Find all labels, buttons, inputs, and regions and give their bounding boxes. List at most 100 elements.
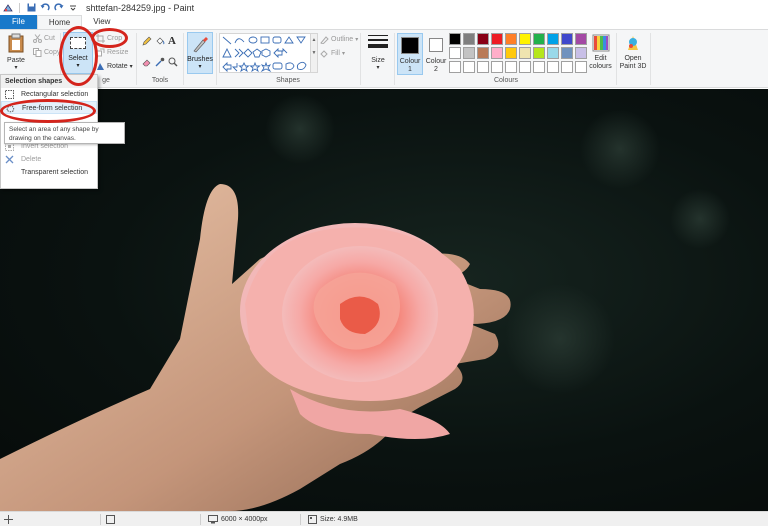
cut-button[interactable]: Cut (33, 34, 55, 43)
palette-swatch[interactable] (533, 61, 545, 73)
ribbon-tabs: File Home View (0, 15, 768, 29)
title-bar: shttefan-284259.jpg - Paint (0, 0, 768, 15)
colour-2-button[interactable]: Colour 2 (425, 33, 447, 75)
palette-swatch[interactable] (547, 61, 559, 73)
palette-swatch[interactable] (533, 33, 545, 45)
chevron-down-icon: ▾ (129, 64, 133, 70)
image-dimensions-icon (208, 515, 218, 524)
shapes-gallery[interactable] (219, 33, 311, 73)
save-icon[interactable] (26, 3, 36, 13)
edit-colours-label: Edit colours (589, 55, 612, 70)
outline-label: Outline (331, 36, 354, 43)
paste-label: Paste (7, 57, 25, 64)
palette-swatch[interactable] (449, 47, 461, 59)
group-separator (360, 33, 361, 85)
palette-swatch[interactable] (505, 33, 517, 45)
crosshair-icon (4, 515, 13, 524)
palette-swatch[interactable] (505, 47, 517, 59)
palette-swatch[interactable] (491, 47, 503, 59)
fill-label: Fill (331, 50, 340, 57)
colour-1-swatch (401, 37, 419, 54)
menu-item-delete[interactable]: Delete (1, 153, 97, 166)
group-separator (216, 33, 217, 85)
palette-swatch[interactable] (519, 61, 531, 73)
palette-swatch[interactable] (491, 61, 503, 73)
palette-swatch[interactable] (463, 61, 475, 73)
copy-label: Copy (44, 49, 61, 56)
size-button[interactable]: Size ▾ (366, 34, 390, 71)
group-separator (136, 33, 137, 85)
menu-item-transparent-selection[interactable]: Transparent selection (1, 166, 97, 179)
palette-swatch[interactable] (519, 33, 531, 45)
palette-swatch[interactable] (575, 47, 587, 59)
colour-picker-icon[interactable] (155, 57, 165, 67)
colour-palette (449, 33, 587, 73)
window-title: shttefan-284259.jpg - Paint (86, 2, 195, 13)
group-separator (394, 33, 395, 85)
outline-button[interactable]: Outline ▾ (320, 35, 358, 44)
paint-3d-icon (624, 34, 642, 52)
pencil-icon[interactable] (142, 36, 152, 46)
scroll-down-icon[interactable]: ▼ (311, 47, 317, 60)
palette-swatch[interactable] (477, 47, 489, 59)
file-size-icon (308, 515, 317, 524)
palette-swatch[interactable] (575, 61, 587, 73)
hand-holding-rose-image (0, 94, 730, 511)
palette-swatch[interactable] (505, 61, 517, 73)
palette-swatch[interactable] (449, 61, 461, 73)
rectangular-selection-label: Rectangular selection (21, 91, 89, 98)
shapes-gallery-icons (222, 36, 307, 73)
canvas-area[interactable] (0, 89, 768, 511)
redo-icon[interactable] (54, 2, 64, 13)
line-size-icon (368, 34, 388, 50)
file-size-text: Size: 4.9MB (320, 516, 358, 523)
magnifier-icon[interactable] (168, 57, 178, 67)
fill-bucket-icon[interactable] (155, 36, 165, 46)
resize-button[interactable]: Resize (96, 48, 128, 57)
copy-button[interactable]: Copy (33, 48, 60, 57)
rotate-button[interactable]: Rotate ▾ (96, 62, 133, 71)
scroll-up-icon[interactable]: ▲ (311, 34, 317, 47)
palette-swatch[interactable] (477, 33, 489, 45)
group-separator (616, 33, 617, 85)
brushes-button[interactable]: Brushes ▾ (187, 32, 213, 74)
palette-swatch[interactable] (463, 47, 475, 59)
palette-swatch[interactable] (561, 33, 573, 45)
status-cursor-position (4, 512, 13, 526)
paste-button[interactable]: Paste ▾ (5, 33, 27, 71)
palette-swatch[interactable] (575, 33, 587, 45)
undo-icon[interactable] (40, 2, 50, 13)
resize-label: Resize (107, 49, 129, 56)
palette-swatch[interactable] (547, 47, 559, 59)
shapes-gallery-scrollbar[interactable]: ▲ ▼ (311, 33, 318, 73)
tab-file[interactable]: File (0, 15, 37, 29)
colour-1-button[interactable]: Colour 1 (397, 33, 423, 75)
chevron-down-icon: ▾ (14, 65, 18, 71)
tab-view[interactable]: View (82, 15, 121, 29)
palette-swatch[interactable] (547, 33, 559, 45)
rotate-label: Rotate (107, 63, 128, 70)
palette-swatch[interactable] (561, 61, 573, 73)
shapes-group-label: Shapes (276, 77, 300, 84)
qat-dropdown-icon[interactable] (68, 3, 78, 13)
palette-swatch[interactable] (519, 47, 531, 59)
colour-2-swatch (429, 38, 443, 52)
edit-colours-button[interactable]: Edit colours (587, 34, 614, 71)
colour-1-label: Colour 1 (399, 58, 421, 73)
photo-canvas[interactable] (0, 89, 768, 511)
quick-access-toolbar (0, 2, 78, 13)
paint-app-icon[interactable] (3, 3, 13, 13)
invert-selection-label: Invert selection (21, 143, 69, 150)
palette-swatch[interactable] (463, 33, 475, 45)
eraser-icon[interactable] (142, 57, 152, 67)
palette-swatch[interactable] (477, 61, 489, 73)
palette-swatch[interactable] (449, 33, 461, 45)
fill-button[interactable]: Fill ▾ (320, 49, 345, 58)
free-form-selection-tooltip: Select an area of any shape by drawing o… (4, 122, 125, 144)
palette-swatch[interactable] (561, 47, 573, 59)
palette-swatch[interactable] (533, 47, 545, 59)
text-tool-icon[interactable]: A (168, 35, 176, 47)
palette-swatch[interactable] (491, 33, 503, 45)
open-paint-3d-button[interactable]: Open Paint 3D (619, 34, 647, 71)
colour-wheel-icon (592, 34, 610, 52)
